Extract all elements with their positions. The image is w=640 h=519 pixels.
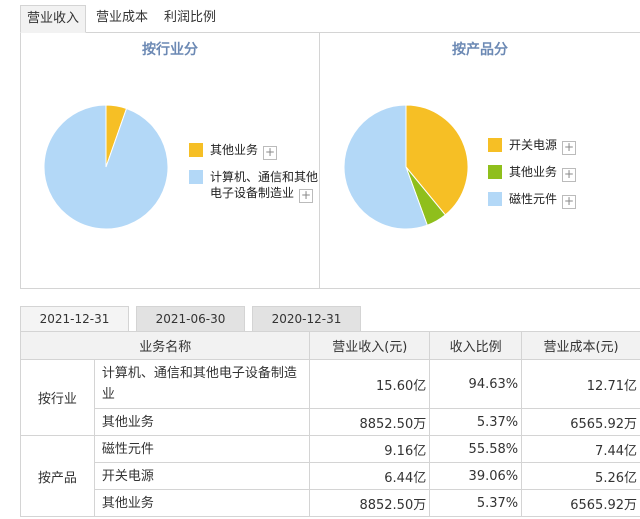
industry-chart-panel: 按行业分 其他业务 + 计算机、通信和其他电子设备制造业 + — [21, 33, 320, 288]
legend-label: 磁性元件 — [509, 192, 558, 206]
row-cost: 12.71亿 — [521, 359, 640, 409]
row-cost: 6565.92万 — [521, 408, 640, 436]
group-label: 按行业 — [20, 359, 95, 436]
expand-plus-icon[interactable]: + — [562, 141, 577, 155]
industry-pie-chart — [43, 104, 169, 230]
product-pie-chart — [343, 104, 469, 230]
date-tab-bar: 2021-12-31 2021-06-30 2020-12-31 — [20, 302, 640, 332]
legend-label: 其他业务 — [509, 165, 558, 179]
row-cost: 5.26亿 — [521, 462, 640, 490]
legend-swatch-green — [488, 165, 502, 179]
top-tab-bar: 营业收入 营业成本 利润比例 — [20, 0, 640, 33]
header-ratio: 收入比例 — [429, 331, 523, 360]
table-row: 其他业务 8852.50万 5.37% 6565.92万 — [21, 408, 640, 436]
row-name: 计算机、通信和其他电子设备制造业 — [93, 359, 311, 409]
legend-item-magnetic[interactable]: 磁性元件 + — [488, 191, 577, 209]
pie-slice[interactable] — [43, 104, 169, 230]
row-revenue: 9.16亿 — [309, 435, 431, 463]
header-cost: 营业成本(元) — [521, 331, 640, 360]
table-row: 按产品 磁性元件 9.16亿 55.58% 7.44亿 — [20, 435, 640, 517]
row-name: 磁性元件 — [93, 435, 311, 463]
row-revenue: 6.44亿 — [309, 462, 431, 490]
row-ratio: 55.58% — [429, 435, 523, 463]
chart-area: 按行业分 其他业务 + 计算机、通信和其他电子设备制造业 + 按产品分 开关电源 + … — [20, 33, 640, 289]
legend-item-computer-mfg[interactable]: 计算机、通信和其他电子设备制造业 + — [189, 169, 324, 203]
legend-swatch-blue — [189, 170, 203, 184]
legend-swatch-yellow — [189, 143, 203, 157]
table-row: 开关电源 6.44亿 39.06% 5.26亿 — [21, 462, 640, 490]
row-revenue: 8852.50万 — [309, 489, 431, 517]
expand-plus-icon[interactable]: + — [562, 168, 577, 182]
date-tab-2021-06-30[interactable]: 2021-06-30 — [136, 306, 245, 332]
row-revenue: 8852.50万 — [309, 408, 431, 436]
legend-item-other[interactable]: 其他业务 + — [488, 164, 577, 182]
expand-plus-icon[interactable]: + — [299, 189, 314, 203]
row-ratio: 39.06% — [429, 462, 523, 490]
row-ratio: 5.37% — [429, 489, 523, 517]
row-cost: 7.44亿 — [521, 435, 640, 463]
group-label: 按产品 — [20, 435, 95, 517]
legend-label: 开关电源 — [509, 138, 558, 152]
expand-plus-icon[interactable]: + — [263, 146, 278, 160]
product-chart-panel: 按产品分 开关电源 + 其他业务 + 磁性元件 + — [320, 33, 640, 288]
row-name: 其他业务 — [93, 489, 311, 517]
tab-revenue[interactable]: 营业收入 — [20, 5, 86, 33]
industry-chart-title: 按行业分 — [142, 42, 198, 58]
tab-cost[interactable]: 营业成本 — [92, 5, 152, 33]
row-ratio: 94.63% — [429, 359, 523, 409]
row-revenue: 15.60亿 — [309, 359, 431, 409]
header-business-name: 业务名称 — [19, 331, 311, 360]
tab-profit-ratio[interactable]: 利润比例 — [160, 5, 220, 33]
row-name: 开关电源 — [93, 462, 311, 490]
date-tab-2020-12-31[interactable]: 2020-12-31 — [252, 306, 361, 332]
table-header-row: 业务名称 营业收入(元) 收入比例 营业成本(元) — [19, 331, 640, 360]
header-revenue: 营业收入(元) — [309, 331, 431, 360]
legend-item-switch-power[interactable]: 开关电源 + — [488, 137, 577, 155]
legend-swatch-blue — [488, 192, 502, 206]
table-row: 其他业务 8852.50万 5.37% 6565.92万 — [21, 489, 640, 517]
product-chart-title: 按产品分 — [452, 42, 508, 58]
business-table: 业务名称 营业收入(元) 收入比例 营业成本(元) 按行业 计算机、通信和其他电… — [19, 331, 640, 517]
row-ratio: 5.37% — [429, 408, 523, 436]
legend-label: 其他业务 — [210, 143, 259, 157]
row-cost: 6565.92万 — [521, 489, 640, 517]
legend-item-other[interactable]: 其他业务 + — [189, 142, 278, 160]
expand-plus-icon[interactable]: + — [562, 195, 577, 209]
table-row: 按行业 计算机、通信和其他电子设备制造业 15.60亿 94.63% 12.71… — [20, 359, 640, 436]
row-name: 其他业务 — [93, 408, 311, 436]
legend-swatch-yellow — [488, 138, 502, 152]
date-tab-2021-12-31[interactable]: 2021-12-31 — [20, 306, 129, 332]
